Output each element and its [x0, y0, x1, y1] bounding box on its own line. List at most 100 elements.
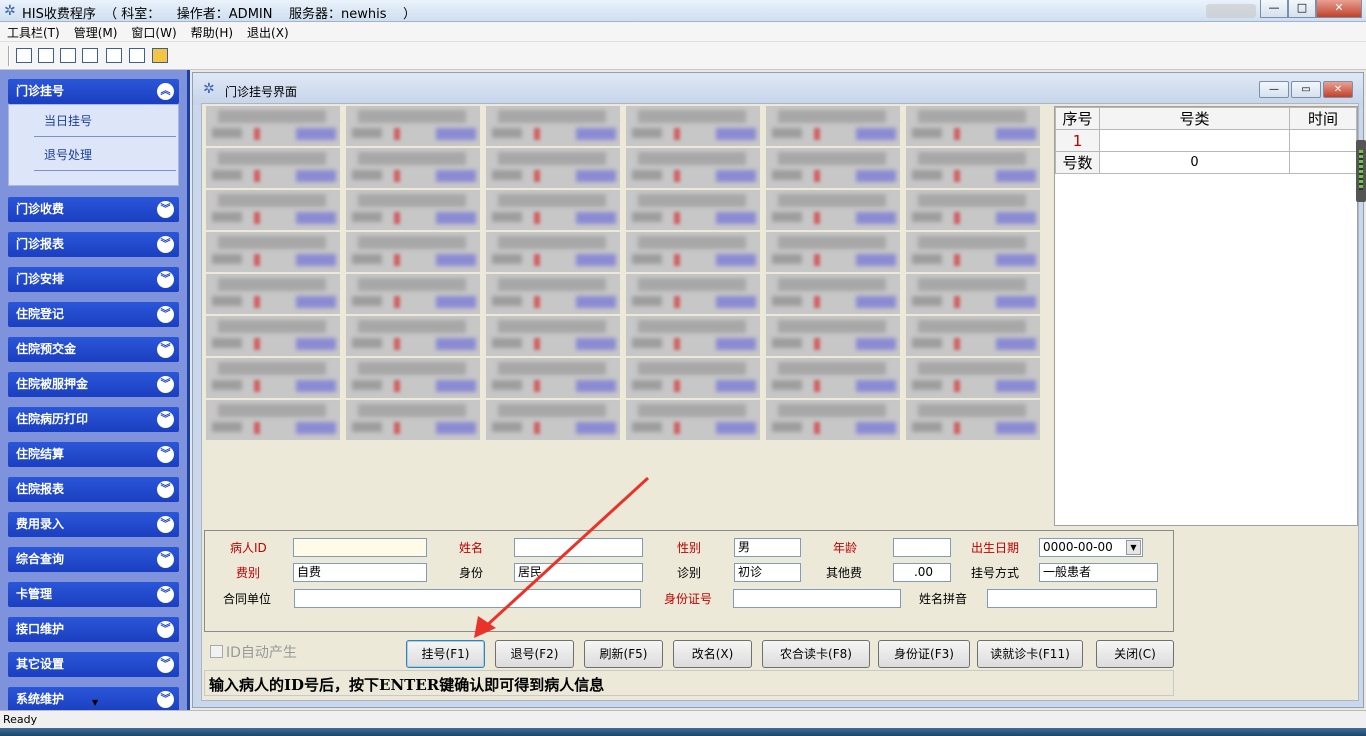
menu-window[interactable]: 窗口(W)	[124, 22, 183, 41]
reg-method-input[interactable]: 一般患者	[1039, 563, 1158, 582]
clinic-tile[interactable]	[206, 400, 340, 440]
sidebar-group-bedding-deposit[interactable]: 住院被服押金 ︾	[8, 372, 179, 397]
identity-input[interactable]: 居民	[514, 563, 643, 582]
refresh-button[interactable]: 刷新(F5)	[584, 640, 663, 668]
id-card-input[interactable]	[733, 589, 901, 608]
fee-type-input[interactable]: 自费	[293, 563, 427, 582]
sidebar-group-fee-entry[interactable]: 费用录入 ︾	[8, 512, 179, 537]
menu-help[interactable]: 帮助(H)	[184, 22, 240, 41]
sidebar-group-inpatient-report[interactable]: 住院报表 ︾	[8, 477, 179, 502]
register-button[interactable]: 挂号(F1)	[406, 640, 485, 668]
clinic-tile[interactable]	[626, 316, 760, 356]
child-minimize-button[interactable]: —	[1259, 81, 1289, 98]
clinic-tile[interactable]	[206, 106, 340, 146]
unregister-button[interactable]: 退号(F2)	[495, 640, 574, 668]
cascade-windows-icon[interactable]	[38, 48, 54, 63]
clinic-tile[interactable]	[906, 400, 1040, 440]
clinic-tile[interactable]	[906, 148, 1040, 188]
menu-exit[interactable]: 退出(X)	[240, 22, 296, 41]
clinic-tile[interactable]	[486, 358, 620, 398]
clinic-tile[interactable]	[626, 148, 760, 188]
birth-date-select[interactable]: 0000-00-00 ▼	[1039, 538, 1143, 557]
clinic-tile[interactable]	[346, 232, 480, 272]
clinic-tile[interactable]	[206, 190, 340, 230]
clinic-tile[interactable]	[626, 190, 760, 230]
patient-id-input[interactable]	[293, 538, 427, 557]
close-button[interactable]: 关闭(C)	[1096, 640, 1174, 668]
tree-view-icon[interactable]	[16, 48, 32, 63]
sidebar-link-today-register[interactable]: 当日挂号	[44, 112, 92, 129]
sidebar-group-outpatient-report[interactable]: 门诊报表 ︾	[8, 232, 179, 257]
clinic-tile[interactable]	[626, 358, 760, 398]
clinic-tile[interactable]	[626, 400, 760, 440]
clinic-tile[interactable]	[486, 190, 620, 230]
rename-button[interactable]: 改名(X)	[673, 640, 752, 668]
clinic-tile[interactable]	[346, 274, 480, 314]
clinic-tile[interactable]	[206, 274, 340, 314]
clinic-tile[interactable]	[346, 316, 480, 356]
dropdown-arrow-icon[interactable]: ▼	[1126, 540, 1141, 555]
clinic-tile[interactable]	[766, 190, 900, 230]
pinyin-input[interactable]	[987, 589, 1157, 608]
clinic-tile[interactable]	[346, 148, 480, 188]
other-fee-input[interactable]: .00	[893, 563, 951, 582]
close-window-button[interactable]: ✕	[1316, 0, 1362, 18]
clinic-tile[interactable]	[766, 148, 900, 188]
clinic-tile[interactable]	[206, 316, 340, 356]
sidebar-group-inpatient-deposit[interactable]: 住院预交金 ︾	[8, 337, 179, 362]
clinic-tile[interactable]	[766, 316, 900, 356]
sidebar-group-record-print[interactable]: 住院病历打印 ︾	[8, 407, 179, 432]
name-input[interactable]	[514, 538, 643, 557]
calculator-icon[interactable]	[129, 48, 145, 63]
clinic-tile[interactable]	[906, 358, 1040, 398]
tile-vertical-icon[interactable]	[82, 48, 98, 63]
clinic-tile[interactable]	[906, 232, 1040, 272]
scroll-down-arrow-icon[interactable]: ▼	[92, 698, 98, 707]
clinic-tile[interactable]	[206, 148, 340, 188]
exit-door-icon[interactable]	[152, 48, 168, 63]
sidebar-group-outpatient-charge[interactable]: 门诊收费 ︾	[8, 197, 179, 222]
clinic-tile[interactable]	[486, 232, 620, 272]
table-row[interactable]: 1	[1055, 129, 1357, 152]
contract-unit-input[interactable]	[294, 589, 641, 608]
sidebar-group-inpatient-register[interactable]: 住院登记 ︾	[8, 302, 179, 327]
minimize-button[interactable]: —	[1260, 0, 1288, 18]
sidebar-group-other-settings[interactable]: 其它设置 ︾	[8, 652, 179, 677]
sidebar-group-inpatient-settle[interactable]: 住院结算 ︾	[8, 442, 179, 467]
clinic-tile[interactable]	[906, 316, 1040, 356]
sidebar-group-card-manage[interactable]: 卡管理 ︾	[8, 582, 179, 607]
clinic-tile[interactable]	[486, 106, 620, 146]
clinic-tile[interactable]	[346, 190, 480, 230]
tile-horizontal-icon[interactable]	[106, 48, 122, 63]
sidebar-group-outpatient-register[interactable]: 门诊挂号 ︽	[8, 79, 179, 104]
clinic-tile[interactable]	[346, 106, 480, 146]
menu-toolbar[interactable]: 工具栏(T)	[0, 22, 67, 41]
clinic-tile[interactable]	[766, 274, 900, 314]
clinic-tile[interactable]	[766, 358, 900, 398]
nonghe-card-button[interactable]: 农合读卡(F8)	[762, 640, 870, 668]
clinic-tile[interactable]	[906, 106, 1040, 146]
clinic-tile[interactable]	[626, 274, 760, 314]
child-close-button[interactable]: ✕	[1323, 81, 1353, 98]
id-card-button[interactable]: 身份证(F3)	[878, 640, 970, 668]
auto-id-checkbox[interactable]: ID自动产生	[210, 642, 297, 662]
diag-type-input[interactable]: 初诊	[734, 563, 801, 582]
maximize-button[interactable]: □	[1288, 0, 1316, 18]
menu-manage[interactable]: 管理(M)	[67, 22, 125, 41]
clinic-tile[interactable]	[626, 106, 760, 146]
clinic-tile[interactable]	[766, 106, 900, 146]
clinic-tile[interactable]	[346, 400, 480, 440]
child-restore-button[interactable]: ▭	[1291, 81, 1321, 98]
clinic-tile[interactable]	[906, 190, 1040, 230]
read-card-button[interactable]: 读就诊卡(F11)	[977, 640, 1083, 668]
sidebar-group-interface[interactable]: 接口维护 ︾	[8, 617, 179, 642]
age-input[interactable]	[893, 538, 951, 557]
checkbox-icon[interactable]	[210, 645, 223, 658]
sidebar-group-query[interactable]: 综合查询 ︾	[8, 547, 179, 572]
clinic-tile[interactable]	[626, 232, 760, 272]
sidebar-link-refund-register[interactable]: 退号处理	[44, 146, 92, 163]
sex-input[interactable]: 男	[734, 538, 801, 557]
clinic-tile[interactable]	[486, 148, 620, 188]
clinic-tile[interactable]	[766, 232, 900, 272]
sidebar-group-outpatient-schedule[interactable]: 门诊安排 ︾	[8, 267, 179, 292]
